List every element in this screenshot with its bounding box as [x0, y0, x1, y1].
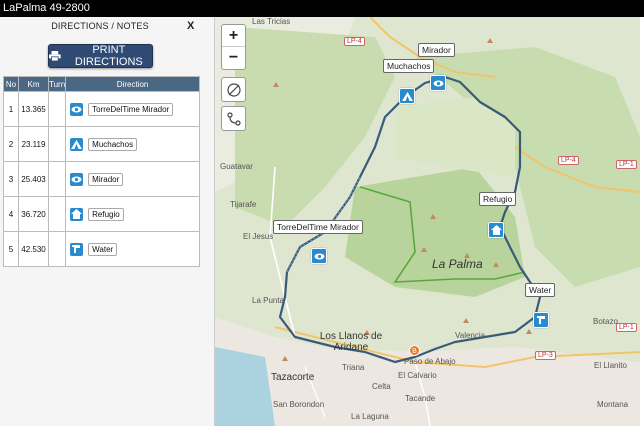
direction-label[interactable]: TorreDelTime Mirador	[88, 102, 174, 116]
place-label: La Laguna	[351, 412, 389, 421]
place-label: Los Llanos de Aridane	[319, 331, 383, 353]
row-km: 36.720	[18, 196, 49, 232]
eye-icon	[433, 80, 443, 86]
column-header-km: Km	[18, 76, 49, 92]
home-icon	[490, 225, 502, 235]
road-badge-lp3: LP-3	[535, 351, 556, 360]
callout-water: Water	[525, 283, 556, 297]
road-badge-lp4: LP-4	[558, 156, 579, 165]
route-icon	[226, 111, 241, 126]
eye-icon	[314, 253, 324, 259]
water-icon	[70, 242, 84, 256]
window-title: LaPalma 49-2800	[0, 0, 644, 17]
place-label: Botazo	[593, 317, 618, 326]
row-km: 42.530	[18, 231, 49, 267]
row-turn	[47, 196, 67, 232]
home-icon	[70, 207, 84, 221]
direction-label[interactable]: Refugio	[88, 207, 124, 221]
zoom-control: + −	[221, 24, 246, 70]
route-tool-button[interactable]	[221, 106, 246, 131]
road-badge-lp1: LP-1	[616, 323, 637, 332]
column-header-turn: Turn	[47, 76, 67, 92]
row-direction: Water	[65, 231, 200, 267]
road-badge-lp4: LP-4	[344, 37, 365, 46]
place-label: Tacande	[405, 394, 436, 403]
callout-mirador: Mirador	[418, 43, 455, 57]
road-badge-lp1: LP-1	[616, 160, 637, 169]
direction-label[interactable]: Water	[88, 242, 118, 256]
directions-panel: DIRECTIONS / NOTES X PRINT DIRECTIONS No…	[0, 17, 215, 426]
row-direction: TorreDelTime Mirador	[65, 91, 200, 127]
table-header-row: No Km Turn Direction	[3, 76, 200, 92]
place-label: Valencia	[455, 331, 486, 340]
eye-icon	[70, 172, 84, 186]
place-label: Celta	[372, 382, 391, 391]
waypoint-water[interactable]	[533, 312, 549, 328]
measure-icon	[226, 82, 241, 97]
place-label: El Jesus	[243, 232, 274, 241]
row-number: 1	[3, 91, 19, 127]
camp-icon	[70, 137, 84, 151]
waypoint-mirador[interactable]	[430, 75, 446, 91]
place-label: Montana	[597, 400, 629, 409]
zoom-in-button[interactable]: +	[222, 25, 245, 47]
direction-label[interactable]: Muchachos	[88, 137, 138, 151]
table-row[interactable]: 5 42.530 Water	[3, 231, 200, 267]
row-turn	[47, 231, 67, 267]
camp-icon	[401, 91, 413, 101]
place-label: Triana	[342, 363, 365, 372]
waypoint-muchachos[interactable]	[399, 88, 415, 104]
row-number: 5	[3, 231, 19, 267]
row-km: 13.365	[18, 91, 49, 127]
row-number: 2	[3, 126, 19, 162]
place-label: El Llanito	[594, 361, 627, 370]
callout-refugio: Refugio	[479, 192, 517, 206]
row-direction: Mirador	[65, 161, 200, 197]
close-button[interactable]: X	[187, 20, 194, 32]
callout-muchachos: Muchachos	[383, 59, 435, 73]
place-label: La Palma	[432, 257, 483, 271]
place-label: Paso de Abajo	[404, 357, 456, 366]
row-direction: Refugio	[65, 196, 200, 232]
table-row[interactable]: 1 13.365 TorreDelTime Mirador	[3, 91, 200, 127]
row-turn	[47, 161, 67, 197]
place-label: Tazacorte	[271, 372, 315, 383]
column-header-no: No	[3, 76, 19, 92]
callout-torre: TorreDelTime Mirador	[273, 220, 363, 234]
panel-title: DIRECTIONS / NOTES	[51, 21, 149, 31]
direction-label[interactable]: Mirador	[88, 172, 124, 186]
map-view[interactable]: + − LP-4 LP-4 LP-3 LP-1 LP-1 Las Tricias…	[215, 17, 640, 426]
table-row[interactable]: 2 23.119 Muchachos	[3, 126, 200, 162]
place-label: San Borondon	[273, 400, 325, 409]
measure-tool-button[interactable]	[221, 77, 246, 102]
row-number: 3	[3, 161, 19, 197]
printer-icon	[49, 51, 61, 62]
zoom-out-button[interactable]: −	[222, 47, 245, 69]
directions-table: No Km Turn Direction 1 13.365 TorreDelTi…	[3, 76, 200, 267]
waypoint-refugio[interactable]	[488, 222, 504, 238]
place-label: Las Tricias	[252, 17, 291, 26]
eye-icon	[70, 102, 84, 116]
row-km: 25.403	[18, 161, 49, 197]
place-label: Guatavar	[220, 162, 253, 171]
row-turn	[47, 126, 67, 162]
column-header-direction: Direction	[65, 76, 200, 92]
print-directions-label: PRINT DIRECTIONS	[74, 44, 143, 68]
row-number: 4	[3, 196, 19, 232]
row-direction: Muchachos	[65, 126, 200, 162]
place-label: La Punta	[252, 296, 285, 305]
table-row[interactable]: 4 36.720 Refugio	[3, 196, 200, 232]
water-icon	[536, 316, 545, 324]
place-label: El Calvario	[398, 371, 437, 380]
row-turn	[47, 91, 67, 127]
route-end-marker[interactable]: B	[409, 345, 420, 356]
waypoint-torre[interactable]	[311, 248, 327, 264]
row-km: 23.119	[18, 126, 49, 162]
table-row[interactable]: 3 25.403 Mirador	[3, 161, 200, 197]
print-directions-button[interactable]: PRINT DIRECTIONS	[48, 44, 153, 68]
place-label: Tijarafe	[230, 200, 257, 209]
